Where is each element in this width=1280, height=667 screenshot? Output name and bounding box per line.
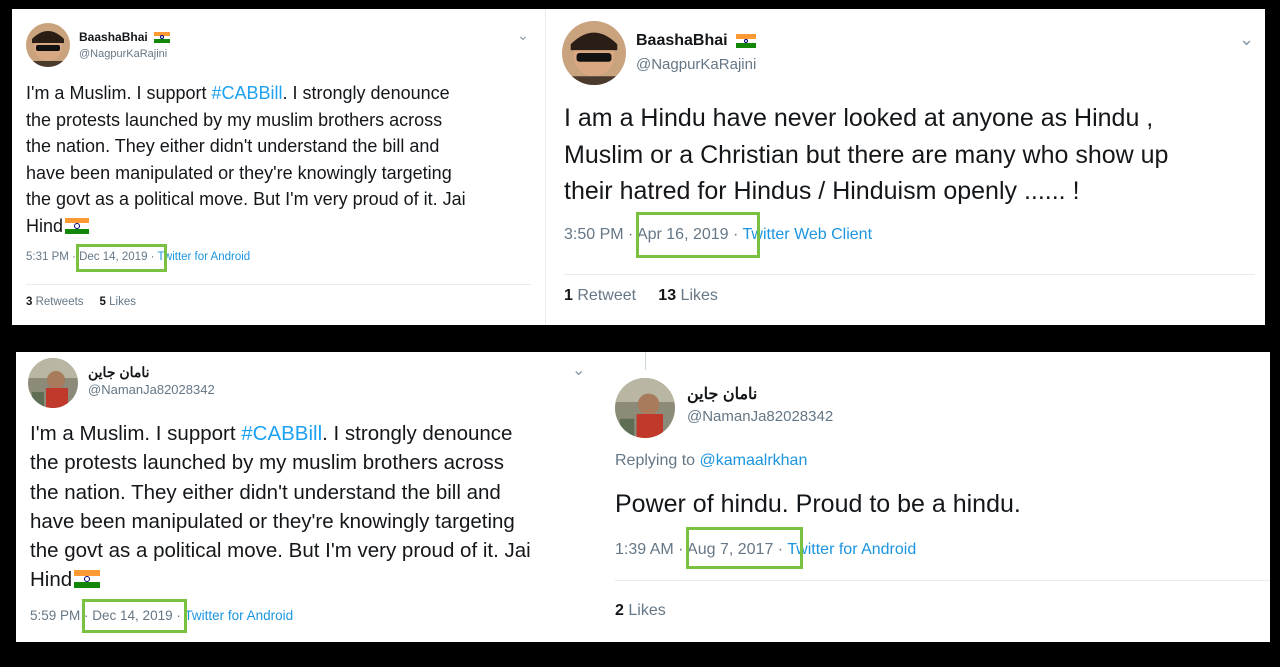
chevron-down-icon[interactable]: ⌄: [1239, 29, 1254, 50]
chevron-down-icon[interactable]: ⌄: [572, 360, 585, 380]
date-highlight-box: [82, 599, 187, 633]
tweet-time: 5:31 PM: [26, 251, 69, 263]
date-highlight-box: [686, 527, 803, 569]
tweet-card[interactable]: نامان جاین @NamanJa82028342 Replying to …: [605, 352, 1270, 642]
hashtag-link[interactable]: #CABBill: [241, 422, 322, 445]
tweet-text: I am a Hindu have never looked at anyone…: [564, 104, 1169, 205]
tweet-divider: [26, 284, 531, 285]
tweet-divider: [564, 274, 1255, 275]
tweet-card[interactable]: BaashaBhai @NagpurKaRajini ⌄ I'm a Musli…: [12, 9, 545, 325]
retweets-label[interactable]: Retweets: [36, 296, 84, 308]
replying-to: Replying to @kamaalrkhan: [615, 452, 808, 469]
tweet-source[interactable]: Twitter for Android: [787, 541, 916, 558]
date-highlight-box: [76, 244, 167, 272]
thread-line: [645, 352, 646, 370]
tweet-stats: 1 Retweet 13 Likes: [564, 287, 718, 304]
display-name[interactable]: نامان جاین: [687, 384, 757, 404]
tweet-source[interactable]: Twitter for Android: [184, 608, 293, 623]
avatar[interactable]: [26, 23, 70, 67]
tweet-divider: [615, 580, 1270, 581]
avatar[interactable]: [615, 378, 675, 438]
tweet-card[interactable]: نامان جاین @NamanJa82028342 ⌄ I'm a Musl…: [16, 352, 598, 642]
tweet-time: 1:39 AM: [615, 541, 674, 558]
tweet-text: I'm a Muslim. I support #CABBill. I stro…: [26, 83, 466, 236]
mention-link[interactable]: @kamaalrkhan: [700, 452, 808, 469]
tweet-card[interactable]: BaashaBhai @NagpurKaRajini ⌄ I am a Hind…: [546, 9, 1265, 325]
tweet-time: 3:50 PM: [564, 226, 624, 243]
tweet-stats: 3 Retweets 5 Likes: [26, 296, 136, 308]
user-handle[interactable]: @NamanJa82028342: [88, 382, 215, 397]
user-handle[interactable]: @NamanJa82028342: [687, 408, 833, 425]
display-name[interactable]: BaashaBhai: [636, 32, 757, 50]
india-flag-icon: [65, 217, 90, 234]
tweet-stats: 2 Likes: [615, 602, 666, 619]
tweet-text: Power of hindu. Proud to be a hindu.: [615, 490, 1021, 518]
tweet-time: 5:59 PM: [30, 608, 81, 623]
user-handle[interactable]: @NagpurKaRajini: [636, 56, 756, 73]
user-handle[interactable]: @NagpurKaRajini: [79, 48, 167, 60]
india-flag-icon: [736, 33, 757, 48]
hashtag-link[interactable]: #CABBill: [211, 83, 282, 103]
chevron-down-icon[interactable]: ⌄: [517, 27, 529, 44]
tweet-source[interactable]: Twitter Web Client: [743, 226, 873, 243]
retweets-label[interactable]: Retweet: [577, 287, 636, 304]
india-flag-icon: [74, 570, 101, 589]
avatar[interactable]: [562, 21, 626, 85]
likes-label[interactable]: Likes: [681, 287, 718, 304]
tweet-source[interactable]: Twitter for Android: [158, 251, 251, 263]
display-name[interactable]: نامان جاین: [88, 364, 150, 381]
display-name[interactable]: BaashaBhai: [79, 30, 171, 44]
avatar[interactable]: [28, 358, 78, 408]
india-flag-icon: [154, 32, 171, 44]
likes-label[interactable]: Likes: [109, 296, 136, 308]
likes-label[interactable]: Likes: [628, 602, 665, 619]
date-highlight-box: [636, 212, 760, 258]
tweet-text: I'm a Muslim. I support #CABBill. I stro…: [30, 422, 531, 592]
